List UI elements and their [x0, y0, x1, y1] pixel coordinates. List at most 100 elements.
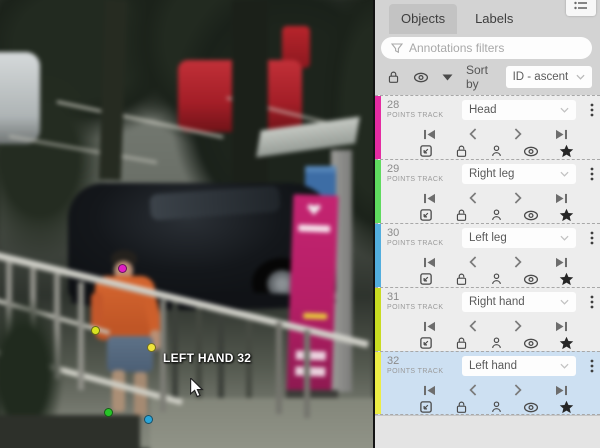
switch-hidden-button[interactable]	[523, 144, 539, 158]
switch-lock-button[interactable]	[453, 272, 469, 286]
keypoint-left-leg[interactable]	[144, 415, 153, 424]
switch-pinned-button[interactable]	[418, 272, 434, 286]
track-label-select[interactable]: Right leg	[462, 164, 576, 184]
filter-placeholder: Annotations filters	[409, 41, 504, 55]
track-label-select[interactable]: Left leg	[462, 228, 576, 248]
switch-pinned-button[interactable]	[418, 144, 434, 158]
star-icon	[559, 336, 574, 350]
last-keyframe-button[interactable]	[554, 383, 570, 397]
track-list: 28 POINTS TRACK Head	[375, 95, 600, 415]
switch-lock-button[interactable]	[453, 400, 469, 414]
track-id: 28	[387, 100, 443, 112]
switch-occluded-button[interactable]	[488, 144, 504, 158]
previous-keyframe-icon	[469, 192, 477, 204]
keypoint-left-hand[interactable]	[147, 343, 156, 352]
switch-keyframe-button[interactable]	[558, 400, 574, 414]
switch-occluded-button[interactable]	[488, 336, 504, 350]
tab-objects[interactable]: Objects	[389, 4, 457, 34]
track-row[interactable]: 30 POINTS TRACK Left leg	[375, 223, 600, 287]
switch-keyframe-button[interactable]	[558, 208, 574, 222]
track-label-select[interactable]: Left hand	[462, 356, 576, 376]
switch-hidden-button[interactable]	[523, 400, 539, 414]
last-keyframe-button[interactable]	[554, 191, 570, 205]
switch-hidden-button[interactable]	[523, 272, 539, 286]
next-keyframe-button[interactable]	[510, 383, 526, 397]
track-ident: 30 POINTS TRACK	[387, 228, 443, 247]
appearance-menu-button[interactable]	[566, 0, 596, 16]
next-keyframe-icon	[514, 192, 522, 204]
keypoint-right-leg[interactable]	[104, 408, 113, 417]
switch-pinned-button[interactable]	[418, 336, 434, 350]
track-color-bar	[375, 160, 381, 223]
hide-all-button[interactable]	[413, 71, 429, 84]
switch-keyframe-button[interactable]	[558, 272, 574, 286]
next-keyframe-button[interactable]	[510, 191, 526, 205]
track-label-value: Head	[469, 104, 497, 116]
last-keyframe-button[interactable]	[554, 319, 570, 333]
keypoint-head[interactable]	[118, 264, 127, 273]
annotations-filter-input[interactable]: Annotations filters	[381, 37, 592, 59]
switch-keyframe-button[interactable]	[558, 144, 574, 158]
next-keyframe-button[interactable]	[510, 255, 526, 269]
previous-keyframe-icon	[469, 320, 477, 332]
previous-keyframe-button[interactable]	[465, 127, 481, 141]
first-keyframe-icon	[423, 193, 436, 204]
track-row[interactable]: 31 POINTS TRACK Right hand	[375, 287, 600, 351]
keypoint-right-hand[interactable]	[91, 326, 100, 335]
switch-hidden-button[interactable]	[523, 336, 539, 350]
previous-keyframe-icon	[469, 256, 477, 268]
last-keyframe-icon	[555, 257, 568, 268]
lock-all-button[interactable]	[387, 70, 400, 84]
tab-labels[interactable]: Labels	[463, 4, 525, 34]
previous-keyframe-button[interactable]	[465, 191, 481, 205]
track-row[interactable]: 32 POINTS TRACK Left hand	[375, 351, 600, 415]
last-keyframe-button[interactable]	[554, 255, 570, 269]
first-keyframe-button[interactable]	[421, 127, 437, 141]
eye-icon	[523, 337, 539, 350]
previous-keyframe-button[interactable]	[465, 383, 481, 397]
track-label-value: Left hand	[469, 360, 517, 372]
track-row[interactable]: 28 POINTS TRACK Head	[375, 95, 600, 159]
first-keyframe-button[interactable]	[421, 383, 437, 397]
person-icon	[490, 144, 503, 158]
track-actions-menu-button[interactable]	[590, 100, 594, 120]
expand-all-button[interactable]	[442, 74, 453, 81]
first-keyframe-button[interactable]	[421, 255, 437, 269]
switch-occluded-button[interactable]	[488, 400, 504, 414]
track-row[interactable]: 29 POINTS TRACK Right leg	[375, 159, 600, 223]
track-actions-menu-button[interactable]	[590, 356, 594, 376]
switch-lock-button[interactable]	[453, 208, 469, 222]
switch-pinned-button[interactable]	[418, 400, 434, 414]
track-actions-menu-button[interactable]	[590, 228, 594, 248]
chevron-down-icon	[560, 171, 569, 177]
last-keyframe-icon	[555, 321, 568, 332]
switch-lock-button[interactable]	[453, 144, 469, 158]
switch-occluded-button[interactable]	[488, 208, 504, 222]
chevron-down-icon	[560, 235, 569, 241]
track-label-select[interactable]: Head	[462, 100, 576, 120]
first-keyframe-button[interactable]	[421, 191, 437, 205]
sort-select[interactable]: ID - ascent	[506, 66, 592, 88]
filter-row: Annotations filters	[375, 34, 600, 63]
previous-keyframe-button[interactable]	[465, 255, 481, 269]
switch-pinned-button[interactable]	[418, 208, 434, 222]
star-icon	[559, 208, 574, 222]
track-label-value: Right hand	[469, 296, 525, 308]
last-keyframe-button[interactable]	[554, 127, 570, 141]
next-keyframe-button[interactable]	[510, 127, 526, 141]
previous-keyframe-button[interactable]	[465, 319, 481, 333]
track-label-value: Right leg	[469, 168, 514, 180]
video-canvas[interactable]: LEFT HAND 32	[0, 0, 373, 448]
pinned-frame-icon	[419, 272, 433, 286]
switch-keyframe-button[interactable]	[558, 336, 574, 350]
next-keyframe-button[interactable]	[510, 319, 526, 333]
track-label-select[interactable]: Right hand	[462, 292, 576, 312]
sort-select-value: ID - ascent	[513, 71, 569, 83]
track-actions-menu-button[interactable]	[590, 292, 594, 312]
switch-lock-button[interactable]	[453, 336, 469, 350]
kebab-menu-icon	[590, 167, 594, 181]
switch-hidden-button[interactable]	[523, 208, 539, 222]
first-keyframe-button[interactable]	[421, 319, 437, 333]
track-actions-menu-button[interactable]	[590, 164, 594, 184]
switch-occluded-button[interactable]	[488, 272, 504, 286]
